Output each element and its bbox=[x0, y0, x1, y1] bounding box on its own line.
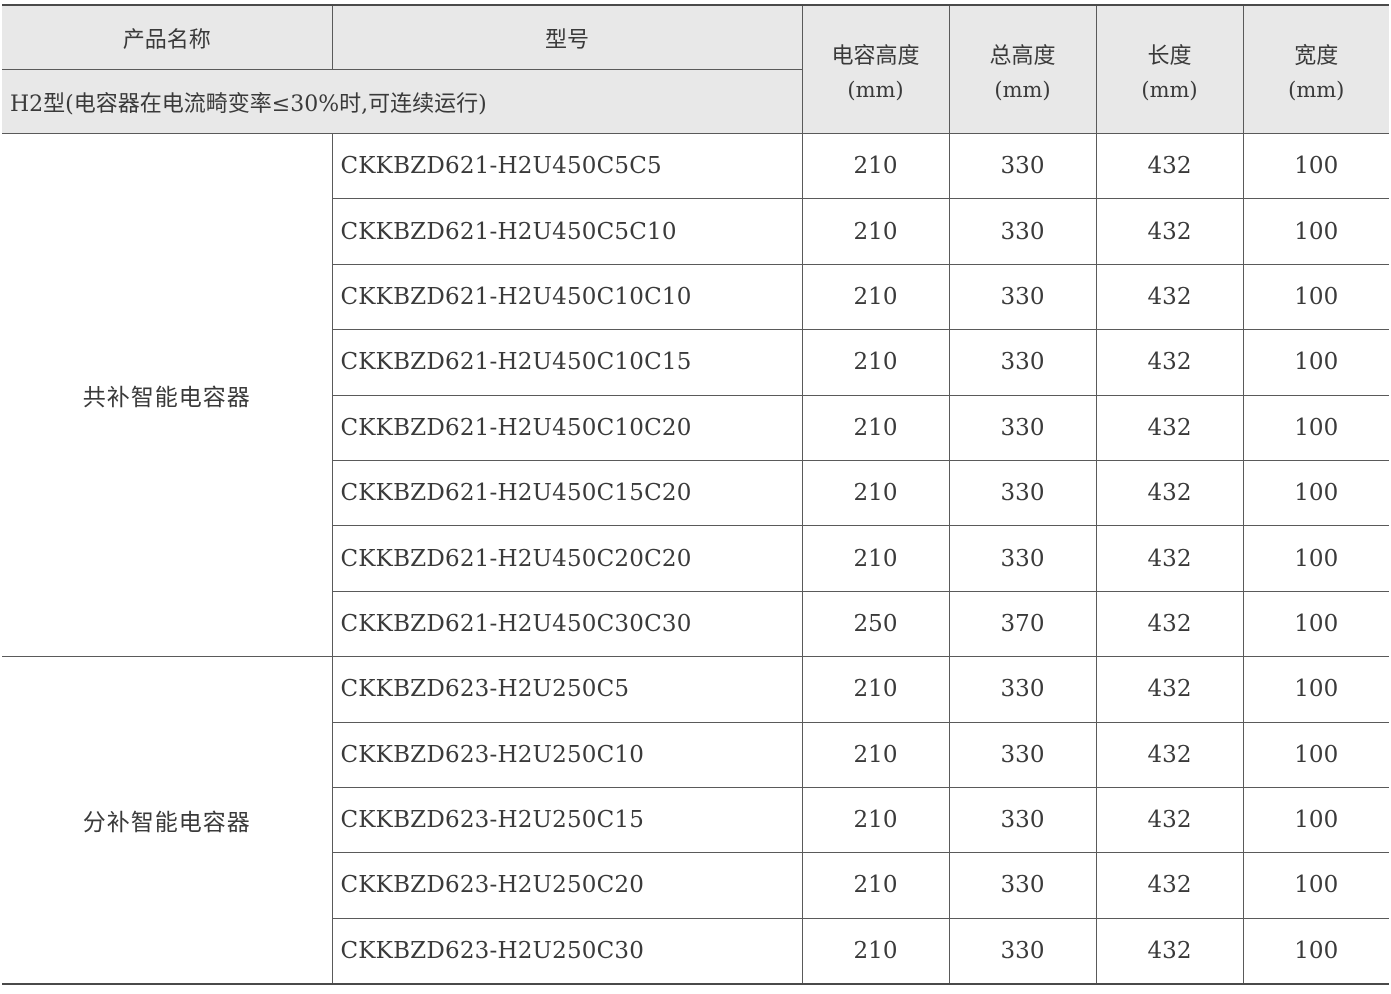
model-cell: CKKBZD621-H2U450C5C10 bbox=[332, 198, 803, 265]
model-cell: CKKBZD623-H2U250C5 bbox=[331, 656, 803, 723]
table-row: 分补智能电容器 CKKBZD623-H2U250C5 210 330 432 100 bbox=[2, 656, 1389, 985]
width-cell: 100 bbox=[1242, 459, 1389, 527]
table-header: 产品名称 型号 电容高度 (mm) 总高度 (mm) 长度 (mm) 宽度 (m… bbox=[2, 4, 1389, 134]
cap-height-cell: 210 bbox=[801, 394, 950, 461]
length-cell: 432 bbox=[1095, 132, 1244, 200]
length-cell: 432 bbox=[1095, 852, 1244, 919]
width-cell: 100 bbox=[1242, 590, 1389, 658]
cap-height-cell: 210 bbox=[801, 786, 950, 854]
width-cell: 100 bbox=[1242, 525, 1389, 592]
header-width-label: 宽度 bbox=[1294, 43, 1339, 69]
length-cell: 432 bbox=[1095, 721, 1244, 788]
model-cell: CKKBZD623-H2U250C20 bbox=[332, 852, 803, 919]
width-cell: 100 bbox=[1242, 656, 1389, 723]
cap-height-cell: 210 bbox=[801, 525, 950, 592]
width-cell: 100 bbox=[1242, 852, 1389, 919]
width-cell: 100 bbox=[1242, 786, 1389, 854]
total-height-cell: 330 bbox=[948, 656, 1097, 723]
model-cell: CKKBZD621-H2U450C10C15 bbox=[332, 329, 803, 396]
cap-height-cell: 210 bbox=[801, 263, 950, 331]
length-cell: 432 bbox=[1095, 459, 1244, 527]
model-cell: CKKBZD621-H2U450C15C20 bbox=[332, 459, 803, 527]
header-total-height: 总高度 (mm) bbox=[948, 4, 1097, 134]
header-width-unit: (mm) bbox=[1288, 77, 1345, 102]
length-cell: 432 bbox=[1095, 263, 1244, 331]
total-height-cell: 330 bbox=[948, 721, 1097, 788]
group-name-cell: 共补智能电容器 bbox=[2, 132, 333, 658]
cap-height-cell: 210 bbox=[801, 917, 950, 985]
header-length-unit: (mm) bbox=[1141, 77, 1198, 102]
total-height-cell: 330 bbox=[948, 786, 1097, 854]
header-cap-height: 电容高度 (mm) bbox=[801, 4, 950, 134]
total-height-cell: 330 bbox=[948, 394, 1097, 461]
total-height-cell: 330 bbox=[948, 525, 1097, 592]
model-cell: CKKBZD621-H2U450C5C5 bbox=[331, 132, 803, 200]
model-cell: CKKBZD621-H2U450C30C30 bbox=[332, 590, 803, 658]
header-model: 型号 bbox=[331, 4, 803, 70]
cap-height-cell: 210 bbox=[801, 329, 950, 396]
header-cap-height-unit: (mm) bbox=[847, 77, 904, 102]
spec-table: 产品名称 型号 电容高度 (mm) 总高度 (mm) 长度 (mm) 宽度 (m… bbox=[2, 4, 1389, 986]
total-height-cell: 330 bbox=[948, 198, 1097, 265]
cap-height-cell: 210 bbox=[801, 132, 950, 200]
header-total-height-unit: (mm) bbox=[994, 77, 1051, 102]
group-name-cell: 分补智能电容器 bbox=[2, 656, 333, 985]
model-cell: CKKBZD621-H2U450C20C20 bbox=[332, 525, 803, 592]
length-cell: 432 bbox=[1095, 590, 1244, 658]
total-height-cell: 330 bbox=[948, 852, 1097, 919]
total-height-cell: 370 bbox=[948, 590, 1097, 658]
model-cell: CKKBZD623-H2U250C10 bbox=[332, 721, 803, 788]
width-cell: 100 bbox=[1242, 917, 1389, 985]
model-cell: CKKBZD623-H2U250C15 bbox=[332, 786, 803, 854]
length-cell: 432 bbox=[1095, 394, 1244, 461]
length-cell: 432 bbox=[1095, 198, 1244, 265]
cap-height-cell: 210 bbox=[801, 852, 950, 919]
width-cell: 100 bbox=[1242, 394, 1389, 461]
header-row: 产品名称 型号 电容高度 (mm) 总高度 (mm) 长度 (mm) 宽度 (m… bbox=[2, 4, 1389, 134]
header-product-name: 产品名称 bbox=[2, 4, 333, 70]
width-cell: 100 bbox=[1242, 263, 1389, 331]
table-subtitle: H2型(电容器在电流畸变率≤30%时,可连续运行) bbox=[2, 69, 802, 134]
cap-height-cell: 210 bbox=[801, 721, 950, 788]
total-height-cell: 330 bbox=[948, 459, 1097, 527]
model-cell: CKKBZD621-H2U450C10C20 bbox=[332, 394, 803, 461]
length-cell: 432 bbox=[1095, 656, 1244, 723]
model-cell: CKKBZD623-H2U250C30 bbox=[332, 917, 803, 985]
width-cell: 100 bbox=[1242, 132, 1389, 200]
width-cell: 100 bbox=[1242, 721, 1389, 788]
header-length: 长度 (mm) bbox=[1095, 4, 1244, 134]
total-height-cell: 330 bbox=[948, 917, 1097, 985]
width-cell: 100 bbox=[1242, 329, 1389, 396]
length-cell: 432 bbox=[1095, 329, 1244, 396]
header-length-label: 长度 bbox=[1147, 43, 1192, 69]
cap-height-cell: 210 bbox=[801, 656, 950, 723]
width-cell: 100 bbox=[1242, 198, 1389, 265]
cap-height-cell: 210 bbox=[801, 459, 950, 527]
cap-height-cell: 210 bbox=[801, 198, 950, 265]
total-height-cell: 330 bbox=[948, 263, 1097, 331]
length-cell: 432 bbox=[1095, 917, 1244, 985]
header-cap-height-label: 电容高度 bbox=[831, 43, 920, 69]
total-height-cell: 330 bbox=[948, 132, 1097, 200]
header-width: 宽度 (mm) bbox=[1242, 4, 1389, 134]
model-cell: CKKBZD621-H2U450C10C10 bbox=[332, 263, 803, 331]
total-height-cell: 330 bbox=[948, 329, 1097, 396]
table-body: 共补智能电容器 CKKBZD621-H2U450C5C5 210 330 432 100 C… bbox=[2, 132, 1389, 985]
length-cell: 432 bbox=[1095, 525, 1244, 592]
length-cell: 432 bbox=[1095, 786, 1244, 854]
table-row: 共补智能电容器 CKKBZD621-H2U450C5C5 210 330 432 100 bbox=[2, 132, 1389, 658]
cap-height-cell: 250 bbox=[801, 590, 950, 658]
header-total-height-label: 总高度 bbox=[989, 43, 1056, 69]
